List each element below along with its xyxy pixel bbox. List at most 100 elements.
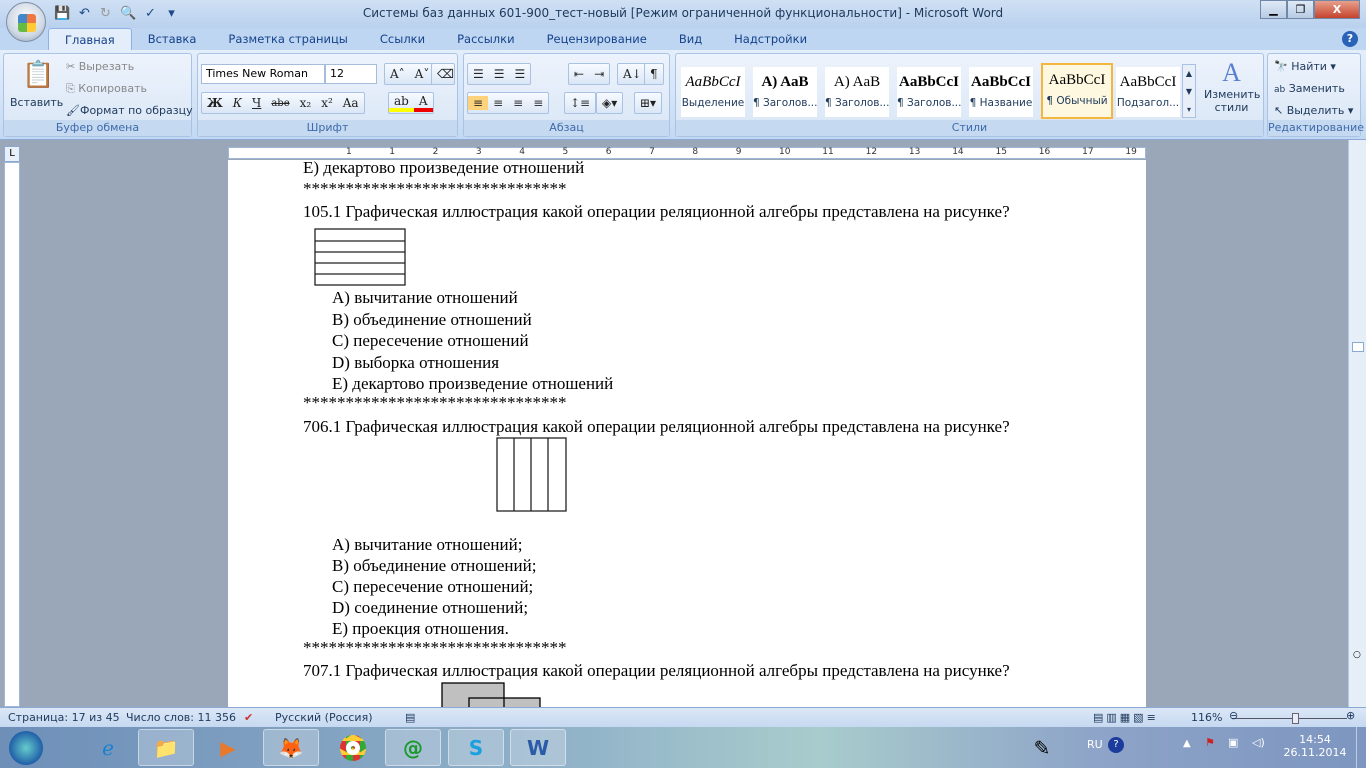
show-hidden-icons[interactable]: ▲ (1183, 738, 1191, 749)
style-heading1[interactable]: A) AaB ¶ Заголов... (753, 67, 817, 117)
editing-group: 🔭 Найти ▾ ab Заменить ↖ Выделить ▾ Редак… (1267, 53, 1364, 137)
browse-object-icon[interactable]: ○ (1353, 650, 1361, 660)
shading-button[interactable]: ◈▾ (596, 92, 624, 114)
format-painter-button[interactable]: 🖌Формат по образцу (66, 104, 193, 117)
clear-formatting-button[interactable]: ⌫ (431, 63, 455, 85)
font-name-dropdown[interactable]: Times New Roman (201, 64, 325, 84)
vertical-ruler[interactable] (4, 162, 20, 707)
mail-agent-icon[interactable]: @ (385, 729, 441, 766)
skype-icon[interactable]: S (448, 729, 504, 766)
styles-scroll[interactable]: ▲ ▼ ▾ (1182, 64, 1196, 118)
italic-button[interactable]: К (228, 96, 247, 110)
align-center-icon[interactable]: ≡ (488, 96, 508, 110)
tab-page-layout[interactable]: Разметка страницы (212, 28, 363, 50)
replace-button[interactable]: ab Заменить (1274, 82, 1345, 95)
language-indicator[interactable]: RU (1087, 738, 1103, 751)
volume-icon[interactable]: ◁) (1252, 736, 1265, 749)
justify-icon[interactable]: ≡ (528, 96, 548, 110)
restore-button[interactable]: ❐ (1287, 0, 1314, 19)
cut-button[interactable]: ✂ Вырезать (66, 60, 134, 73)
firefox-icon[interactable]: 🦊 (263, 729, 319, 766)
show-desktop-button[interactable] (1356, 727, 1366, 768)
font-color-button[interactable]: A (413, 94, 433, 112)
tab-review[interactable]: Рецензирование (531, 28, 663, 50)
media-player-icon[interactable]: ▶ (200, 729, 256, 766)
borders-button[interactable]: ⊞▾ (634, 92, 663, 114)
tab-view[interactable]: Вид (663, 28, 718, 50)
highlight-color-button[interactable]: ab (389, 94, 414, 112)
vertical-scrollbar[interactable]: ○ (1348, 140, 1366, 707)
explorer-icon[interactable]: 📁 (138, 729, 194, 766)
decrease-indent-icon[interactable]: ⇤ (569, 67, 589, 81)
zoom-slider-thumb[interactable] (1292, 713, 1299, 724)
style-subtitle[interactable]: AaBbCcI Подзагол... (1116, 67, 1180, 117)
zoom-out-button[interactable]: ⊖ (1229, 709, 1238, 722)
status-bar: Страница: 17 из 45 Число слов: 11 356 ✔ … (0, 707, 1366, 727)
close-button[interactable]: X (1314, 0, 1360, 19)
ruler-number: 5 (562, 147, 569, 157)
find-button[interactable]: 🔭 Найти ▾ (1274, 60, 1336, 73)
line-spacing-button[interactable]: ↕≡ (564, 92, 597, 114)
tab-mailings[interactable]: Рассылки (441, 28, 530, 50)
change-styles-button[interactable]: A Изменить стили (1204, 58, 1260, 114)
proofing-icon[interactable]: ✔ (244, 711, 253, 724)
multilevel-list-icon[interactable]: ☰ (510, 67, 531, 81)
increase-indent-icon[interactable]: ⇥ (589, 67, 609, 81)
tab-insert[interactable]: Вставка (132, 28, 213, 50)
borders-icon: ⊞▾ (640, 96, 657, 110)
tab-references[interactable]: Ссылки (364, 28, 441, 50)
style-emphasis[interactable]: AaBbCcI Выделение (681, 67, 745, 117)
word-icon[interactable]: W (510, 729, 566, 766)
select-button[interactable]: ↖ Выделить ▾ (1274, 104, 1353, 117)
page-count[interactable]: Страница: 17 из 45 (8, 711, 120, 724)
scrollbar-thumb[interactable] (1352, 342, 1364, 352)
language[interactable]: Русский (Россия) (275, 711, 373, 724)
subscript-button[interactable]: x₂ (295, 96, 317, 110)
strikethrough-button[interactable]: abe (266, 98, 294, 109)
bold-button[interactable]: Ж (202, 96, 228, 110)
align-right-icon[interactable]: ≡ (508, 96, 528, 110)
ruler-number: 17 (1082, 147, 1094, 157)
style-normal[interactable]: AaBbCcI ¶ Обычный (1041, 63, 1113, 119)
paste-button[interactable]: Вставить (10, 96, 63, 109)
bullets-icon[interactable]: ☰ (468, 67, 489, 81)
tab-home[interactable]: Главная (48, 28, 132, 50)
style-heading3[interactable]: AaBbCcI ¶ Заголов... (897, 67, 961, 117)
document-page[interactable]: E) декартово произведение отношений *****… (228, 160, 1146, 707)
zoom-in-button[interactable]: ⊕ (1346, 709, 1355, 722)
show-marks-button[interactable]: ¶ (644, 63, 664, 85)
help-tray-icon[interactable]: ? (1108, 737, 1124, 753)
grow-font-button[interactable]: A˄ (385, 67, 410, 81)
numbering-icon[interactable]: ☰ (489, 67, 510, 81)
office-button[interactable] (6, 2, 46, 42)
paste-icon[interactable]: 📋 (22, 60, 54, 90)
macro-icon[interactable]: ▤ (405, 711, 415, 724)
underline-button[interactable]: Ч (247, 96, 266, 110)
action-center-icon[interactable]: ⚑ (1205, 736, 1215, 749)
network-icon[interactable]: ▣ (1228, 736, 1238, 749)
style-name: ¶ Заголов... (825, 97, 889, 109)
tab-addins[interactable]: Надстройки (718, 28, 823, 50)
pen-input-icon[interactable]: ✎ (1022, 729, 1062, 766)
clock[interactable]: 14:54 26.11.2014 (1280, 733, 1350, 759)
zoom-slider[interactable] (1232, 718, 1347, 719)
chrome-icon[interactable] (325, 729, 381, 766)
ribbon-tabs: Главная Вставка Разметка страницы Ссылки… (0, 28, 1366, 50)
word-count[interactable]: Число слов: 11 356 (126, 711, 236, 724)
paragraph-group: ☰ ☰ ☰ ⇤ ⇥ A↓ ¶ ≡ ≡ ≡ ≡ ↕≡ ◈▾ ⊞▾ Абзац (463, 53, 670, 137)
font-size-dropdown[interactable]: 12 (325, 64, 377, 84)
help-icon[interactable]: ? (1342, 31, 1358, 47)
start-button[interactable] (4, 729, 48, 766)
style-title[interactable]: AaBbCcI ¶ Название (969, 67, 1033, 117)
copy-button[interactable]: ⎘ Копировать (66, 82, 147, 96)
view-buttons[interactable]: ▤▥▦▧≡ (1093, 711, 1159, 724)
tab-selector[interactable]: L (4, 146, 20, 162)
minimize-button[interactable]: ▁ (1260, 0, 1287, 19)
change-case-button[interactable]: Aa (338, 96, 364, 110)
align-left-icon[interactable]: ≡ (468, 96, 489, 110)
style-heading2[interactable]: A) AaB ¶ Заголов... (825, 67, 889, 117)
ruler-number: 10 (779, 147, 791, 157)
internet-explorer-icon[interactable]: ℯ (80, 729, 136, 766)
zoom-level[interactable]: 116% (1191, 711, 1222, 724)
superscript-button[interactable]: x² (316, 96, 338, 110)
